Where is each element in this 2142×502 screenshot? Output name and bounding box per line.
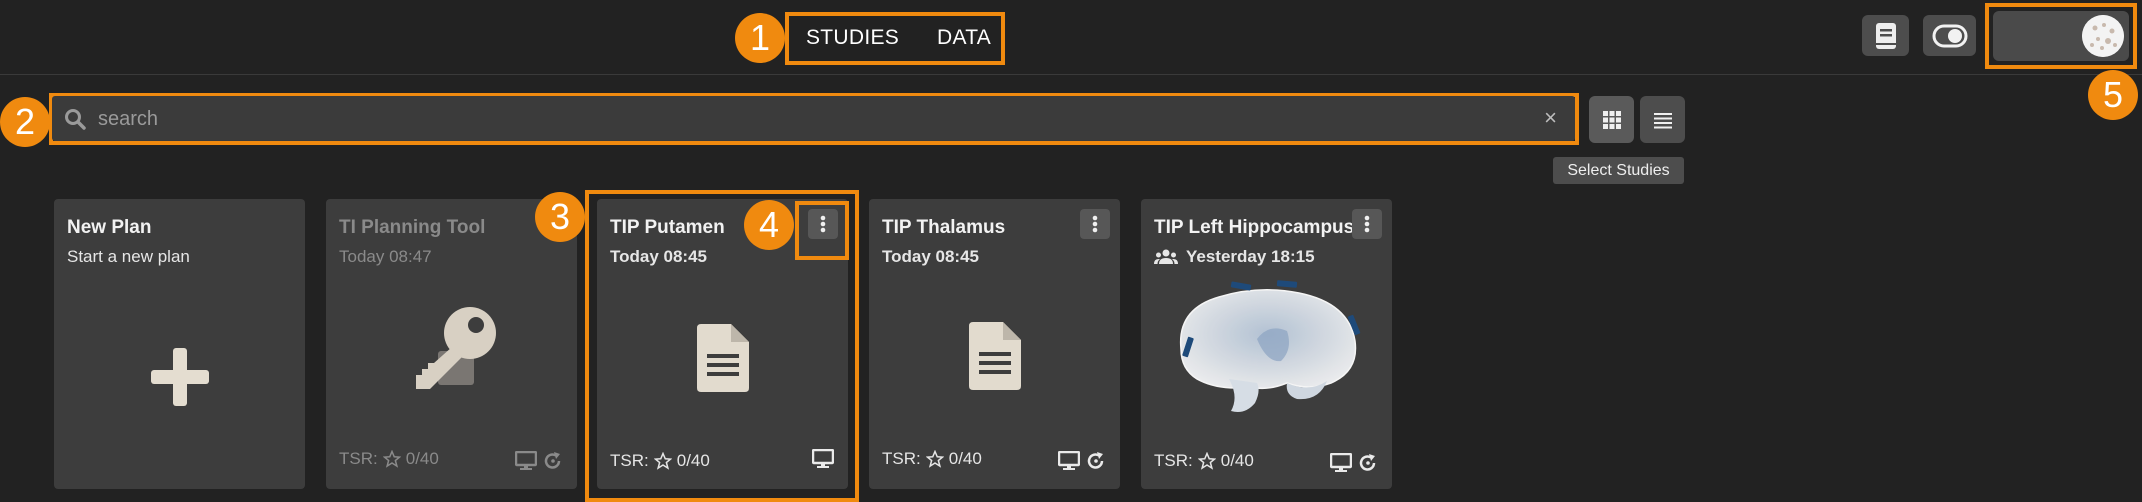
study-card-ti-planning-tool[interactable]: TI Planning Tool Today 08:47 TSR: 0/40 (326, 199, 577, 489)
card-subtitle: Today 08:45 (882, 247, 980, 266)
more-vertical-icon (1092, 215, 1098, 233)
card-footer-icons (515, 451, 563, 471)
tsr-rating: TSR: 0/40 (610, 451, 710, 471)
tsr-rating: TSR: 0/40 (339, 449, 439, 469)
grid-view-button[interactable] (1589, 96, 1634, 143)
marker-2: 2 (0, 97, 50, 147)
marker-4: 4 (744, 200, 794, 250)
tsr-label: TSR: (882, 449, 921, 468)
documentation-button[interactable] (1862, 15, 1909, 56)
avatar (2082, 15, 2124, 57)
plus-icon (151, 348, 209, 406)
monitor-icon (515, 451, 537, 470)
toggle-icon (1932, 24, 1967, 47)
grid-icon (1602, 110, 1621, 129)
marker-5: 5 (2088, 70, 2138, 120)
top-bar (0, 0, 2142, 75)
document-icon (697, 324, 749, 392)
list-icon (1653, 112, 1672, 128)
card-title: New Plan (67, 217, 152, 238)
monitor-icon (1330, 453, 1352, 472)
star-icon (653, 452, 672, 470)
card-menu-button[interactable] (1080, 209, 1110, 239)
marker-1: 1 (735, 13, 785, 63)
star-icon (382, 450, 401, 468)
clear-search-button[interactable]: × (1544, 105, 1557, 131)
star-icon (1197, 452, 1216, 470)
tab-data[interactable]: DATA (937, 24, 991, 52)
brain-thumbnail (1179, 280, 1361, 412)
card-footer-icons (812, 449, 834, 469)
refresh-icon (544, 452, 561, 469)
select-studies-button[interactable]: Select Studies (1553, 157, 1684, 184)
card-menu-button[interactable] (1352, 209, 1382, 239)
tsr-label: TSR: (339, 449, 378, 468)
more-vertical-icon (1364, 215, 1370, 233)
card-subtitle: Yesterday 18:15 (1154, 247, 1315, 267)
tab-studies[interactable]: STUDIES (806, 24, 899, 52)
tsr-value: 0/40 (405, 449, 439, 468)
star-icon (925, 450, 944, 468)
card-subtitle-text: Yesterday 18:15 (1186, 247, 1315, 266)
marker-3: 3 (535, 192, 585, 242)
toggle-button[interactable] (1923, 15, 1976, 56)
card-footer-icons (1058, 451, 1106, 471)
users-icon (1154, 249, 1178, 264)
study-card-tip-thalamus[interactable]: TIP Thalamus Today 08:45 TSR: 0/40 (869, 199, 1120, 489)
tsr-label: TSR: (1154, 451, 1193, 470)
avatar-pattern-icon (2082, 15, 2124, 57)
tsr-value: 0/40 (948, 449, 982, 468)
card-title: TIP Putamen (610, 217, 725, 238)
card-subtitle: Start a new plan (67, 247, 190, 266)
card-subtitle: Today 08:47 (339, 247, 432, 266)
tsr-label: TSR: (610, 451, 649, 470)
user-menu-button[interactable] (1993, 11, 2129, 61)
card-title: TIP Left Hippocampus (1154, 217, 1355, 238)
search-input[interactable] (96, 96, 1480, 143)
tsr-rating: TSR: 0/40 (1154, 451, 1254, 471)
refresh-icon (1359, 454, 1376, 471)
document-icon (969, 322, 1021, 390)
tsr-value: 0/40 (676, 451, 710, 470)
study-card-tip-left-hippocampus[interactable]: TIP Left Hippocampus Yesterday 18:15 TSR… (1141, 199, 1392, 489)
book-icon (1875, 22, 1896, 49)
card-footer-icons (1330, 453, 1378, 473)
card-subtitle: Today 08:45 (610, 247, 708, 266)
search-bar: × (52, 96, 1575, 143)
monitor-icon (1058, 451, 1080, 470)
key-icon (416, 307, 496, 389)
list-view-button[interactable] (1640, 96, 1685, 143)
tsr-rating: TSR: 0/40 (882, 449, 982, 469)
tsr-value: 0/40 (1220, 451, 1254, 470)
card-title: TI Planning Tool (339, 217, 486, 238)
menu-highlight (795, 201, 849, 260)
new-plan-card[interactable]: New Plan Start a new plan (54, 199, 305, 489)
search-icon (65, 109, 86, 130)
monitor-icon (812, 449, 834, 468)
refresh-icon (1087, 452, 1104, 469)
card-title: TIP Thalamus (882, 217, 1006, 238)
